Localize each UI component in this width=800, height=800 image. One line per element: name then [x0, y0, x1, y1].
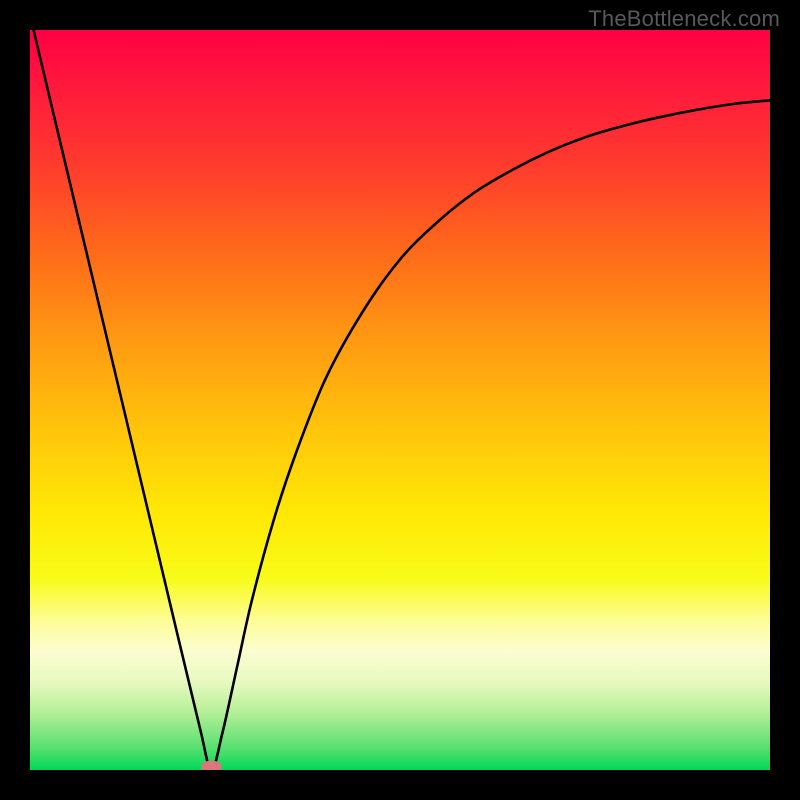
chart-frame [30, 30, 770, 770]
attribution-text: TheBottleneck.com [588, 6, 780, 32]
min-marker [30, 30, 770, 770]
